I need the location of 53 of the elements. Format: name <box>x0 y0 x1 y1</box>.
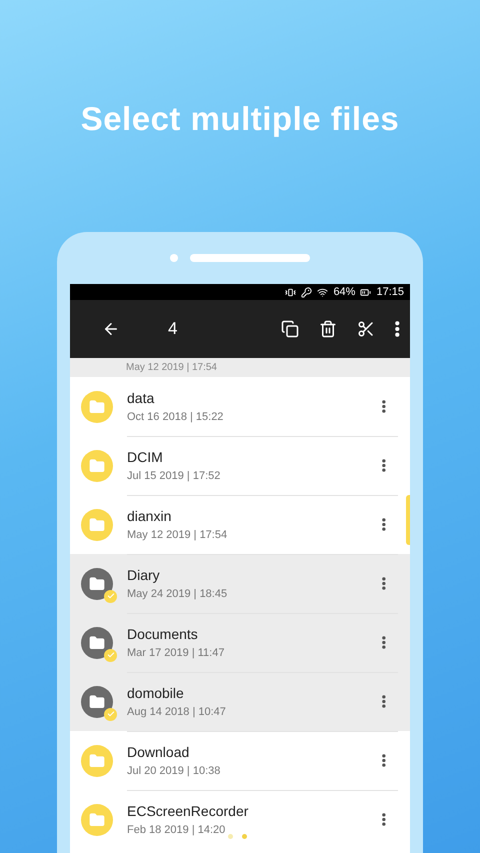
more-button[interactable] <box>395 321 400 337</box>
folder-icon <box>81 508 113 540</box>
more-icon <box>382 754 386 767</box>
file-name: data <box>127 390 156 406</box>
copy-button[interactable] <box>281 320 300 338</box>
folder-icon <box>81 450 113 482</box>
more-icon <box>382 518 386 531</box>
file-name: domobile <box>127 685 185 701</box>
trash-icon <box>319 320 338 338</box>
file-date: Mar 17 2019 | 11:47 <box>127 647 226 659</box>
file-date: Aug 14 2018 | 10:47 <box>127 706 227 718</box>
page-dots-icon <box>228 834 247 839</box>
battery-percent: 64% <box>333 286 356 298</box>
file-date: May 12 2019 | 17:54 <box>127 529 228 541</box>
scroll-indicator <box>406 495 410 545</box>
file-date: Feb 18 2019 | 14:20 <box>127 824 226 836</box>
file-date: Jul 20 2019 | 10:38 <box>127 765 222 777</box>
vibrate-icon <box>285 286 296 298</box>
headline: Select multiple files <box>80 100 400 138</box>
file-name: ECScreenRecorder <box>127 803 250 819</box>
delete-button[interactable] <box>319 320 338 338</box>
file-name: DCIM <box>127 449 164 465</box>
more-icon <box>382 813 386 826</box>
more-icon <box>382 459 386 472</box>
file-date: May 12 2019 | 17:54 <box>70 358 410 377</box>
folder-icon <box>81 804 113 836</box>
back-button[interactable] <box>102 320 120 338</box>
file-date: Oct 16 2018 | 15:22 <box>127 411 224 423</box>
file-row[interactable]: domobile Aug 14 2018 | 10:47 <box>70 672 410 731</box>
more-icon <box>382 636 386 649</box>
file-name: Documents <box>127 626 199 642</box>
file-date: Jul 15 2019 | 17:52 <box>127 470 222 482</box>
cut-button[interactable] <box>357 320 376 338</box>
clock: 17:15 <box>376 286 404 298</box>
selection-count: 4 <box>168 319 178 339</box>
camera-dot <box>170 254 178 262</box>
scissors-icon <box>357 320 376 338</box>
more-icon <box>382 577 386 590</box>
folder-icon <box>81 744 113 776</box>
wifi-icon <box>317 286 328 298</box>
more-icon <box>395 321 400 337</box>
folder-icon <box>81 390 113 422</box>
copy-icon <box>281 320 300 338</box>
file-row[interactable]: Diary May 24 2019 | 18:45 <box>70 554 410 613</box>
more-icon <box>382 400 386 413</box>
more-icon <box>382 695 386 708</box>
file-name: dianxin <box>127 508 172 524</box>
file-date: May 24 2019 | 18:45 <box>127 588 228 600</box>
file-name: Download <box>127 744 190 760</box>
file-name: Diary <box>127 567 161 583</box>
file-row[interactable]: Documents Mar 17 2019 | 11:47 <box>70 613 410 672</box>
key-icon <box>301 286 312 298</box>
battery-icon <box>360 286 372 298</box>
